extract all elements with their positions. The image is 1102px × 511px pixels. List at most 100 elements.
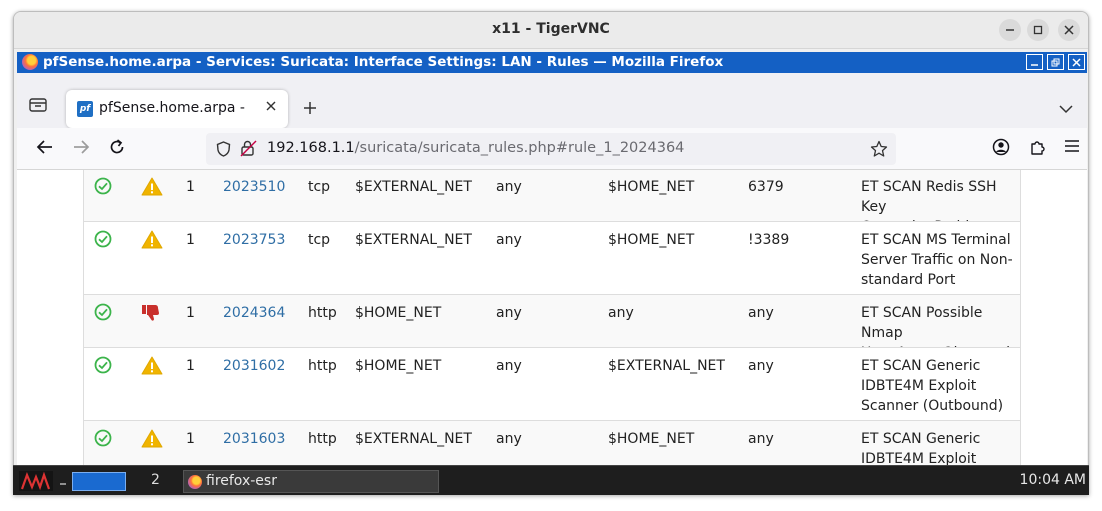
vnc-maximize-button[interactable] (1027, 19, 1049, 41)
url-host: 192.168.1.1 (267, 140, 355, 156)
rule-dport: any (748, 305, 774, 321)
rule-message-line: Scanner (Outbound) (861, 398, 1004, 414)
rule-src: $EXTERNAL_NET (355, 232, 472, 248)
rule-sport: any (496, 305, 522, 321)
rule-dport: any (748, 431, 774, 447)
rule-sid-link[interactable]: 2023510 (223, 177, 285, 197)
star-icon (870, 140, 888, 157)
rule-gid: 1 (186, 431, 195, 447)
firefox-view-icon (29, 98, 47, 112)
minimize-icon (1031, 63, 1038, 66)
new-tab-button[interactable] (303, 96, 317, 120)
drop-icon[interactable] (141, 303, 161, 328)
list-all-tabs-button[interactable] (1059, 99, 1073, 118)
rule-row: 1 2023753 tcp $EXTERNAL_NET any $HOME_NET !338… (84, 221, 1020, 294)
rule-src: $HOME_NET (355, 305, 442, 321)
rule-dst: $HOME_NET (608, 232, 695, 248)
taskbar-firefox-button[interactable]: firefox-esr (183, 470, 439, 493)
rule-sport: any (496, 431, 522, 447)
enabled-icon[interactable] (94, 230, 112, 254)
firefox-maximize-button[interactable] (1047, 54, 1064, 70)
vnc-minimize-button[interactable] (999, 19, 1021, 41)
maximize-icon (1033, 25, 1043, 35)
workspace-1[interactable] (72, 472, 126, 491)
pfsense-favicon-icon: pf (77, 101, 93, 117)
rule-message-line: IDBTE4M Exploit (861, 378, 977, 394)
rule-gid: 1 (186, 179, 195, 195)
vnc-close-button[interactable] (1058, 19, 1080, 41)
taskbar-firefox-label: firefox-esr (206, 473, 277, 489)
forward-button[interactable] (72, 138, 90, 161)
address-bar[interactable]: 192.168.1.1/suricata/suricata_rules.php#… (206, 133, 896, 165)
rule-message-line: ET SCAN MS Terminal (861, 232, 1011, 248)
reload-icon (110, 139, 124, 154)
workspace-2[interactable]: 2 (151, 472, 160, 488)
bookmark-star-button[interactable] (870, 140, 888, 162)
alert-icon[interactable] (141, 356, 163, 381)
vnc-title: x11 - TigerVNC (492, 21, 610, 37)
firefox-view-button[interactable] (29, 97, 47, 112)
insecure-lock-icon[interactable] (240, 140, 257, 161)
chevron-down-icon (1059, 105, 1073, 114)
account-button[interactable] (992, 138, 1010, 161)
arrow-right-icon (74, 140, 90, 154)
rule-message: ET SCAN Generic IDBTE4M Exploit (861, 429, 1021, 469)
alert-icon[interactable] (141, 177, 163, 202)
enabled-icon[interactable] (94, 303, 112, 327)
firefox-window-title: pfSense.home.arpa - Services: Suricata: … (43, 54, 724, 70)
rule-sport: any (496, 358, 522, 374)
close-icon (1064, 25, 1074, 35)
rule-sid-link[interactable]: 2031602 (223, 356, 285, 376)
desktop-logo-icon (20, 471, 51, 491)
firefox-close-button[interactable] (1068, 54, 1085, 70)
shield-icon[interactable] (216, 141, 231, 161)
rule-sid-link[interactable]: 2031603 (223, 429, 285, 449)
alert-icon[interactable] (141, 429, 163, 454)
tab-close-button[interactable] (266, 99, 276, 115)
rule-message-line: ET SCAN Possible Nmap (861, 305, 983, 341)
rule-dst: any (608, 305, 634, 321)
rule-dport: 6379 (748, 179, 784, 195)
plus-icon (304, 102, 316, 114)
arrow-left-icon (36, 140, 52, 154)
url-path: /suricata/suricata_rules.php#rule_1_2024… (354, 140, 685, 156)
rule-dport: any (748, 358, 774, 374)
minimize-icon (1006, 29, 1014, 31)
firefox-icon (188, 475, 202, 489)
rule-dst: $EXTERNAL_NET (608, 358, 725, 374)
firefox-minimize-button[interactable] (1026, 54, 1043, 70)
account-icon (992, 138, 1010, 156)
rule-sport: any (496, 179, 522, 195)
rule-dst: $HOME_NET (608, 179, 695, 195)
rule-row: 1 2023510 tcp $EXTERNAL_NET any $HOME_NET 6379… (84, 170, 1020, 235)
underscore-icon (60, 483, 66, 485)
rule-sid-link[interactable]: 2024364 (223, 303, 285, 323)
firefox-titlebar: pfSense.home.arpa - Services: Suricata: … (17, 52, 1087, 73)
rule-proto: tcp (308, 179, 331, 195)
rule-message-line: ET SCAN Generic (861, 431, 981, 447)
close-icon (266, 101, 276, 111)
enabled-icon[interactable] (94, 177, 112, 201)
rule-sid-link[interactable]: 2023753 (223, 230, 285, 250)
url-text[interactable]: 192.168.1.1/suricata/suricata_rules.php#… (267, 140, 684, 156)
rule-gid: 1 (186, 232, 195, 248)
extensions-button[interactable] (1029, 138, 1047, 161)
tab-bar: pf pfSense.home.arpa - Ser (17, 73, 1087, 128)
back-button[interactable] (36, 138, 54, 161)
rule-message: ET SCAN MS Terminal Server Traffic on Non… (861, 230, 1021, 290)
enabled-icon[interactable] (94, 356, 112, 380)
rule-proto: http (308, 431, 337, 447)
rule-gid: 1 (186, 358, 195, 374)
tab-active[interactable]: pf pfSense.home.arpa - Ser (66, 90, 288, 128)
reload-button[interactable] (108, 138, 126, 161)
menu-button[interactable] (1064, 138, 1080, 159)
alert-icon[interactable] (141, 230, 163, 255)
rule-gid: 1 (186, 305, 195, 321)
show-desktop-button[interactable] (59, 472, 67, 490)
tab-label: pfSense.home.arpa - Ser (99, 100, 249, 116)
enabled-icon[interactable] (94, 429, 112, 453)
vnc-titlebar: x11 - TigerVNC (14, 12, 1088, 49)
start-menu-button[interactable] (19, 471, 53, 491)
rule-dport: !3389 (748, 232, 790, 248)
hamburger-icon (1065, 140, 1079, 152)
